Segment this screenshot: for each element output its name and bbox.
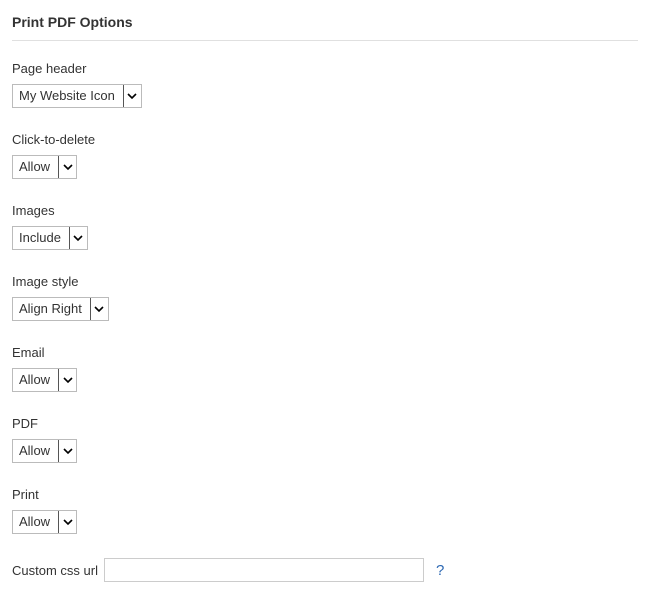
select-email-value: Allow bbox=[13, 369, 58, 391]
select-email[interactable]: Allow bbox=[12, 368, 77, 392]
field-pdf: PDF Allow bbox=[12, 416, 638, 463]
help-link[interactable]: ? bbox=[430, 562, 450, 579]
chevron-down-icon bbox=[58, 440, 76, 462]
chevron-down-icon bbox=[123, 85, 141, 107]
label-custom-css-url: Custom css url bbox=[12, 563, 98, 578]
input-custom-css-url[interactable] bbox=[104, 558, 424, 582]
field-email: Email Allow bbox=[12, 345, 638, 392]
select-pdf[interactable]: Allow bbox=[12, 439, 77, 463]
field-print: Print Allow bbox=[12, 487, 638, 534]
label-email: Email bbox=[12, 345, 638, 360]
label-image-style: Image style bbox=[12, 274, 638, 289]
label-page-header: Page header bbox=[12, 61, 638, 76]
field-custom-css-url: Custom css url ? bbox=[12, 558, 638, 582]
select-page-header[interactable]: My Website Icon bbox=[12, 84, 142, 108]
field-image-style: Image style Align Right bbox=[12, 274, 638, 321]
page-title: Print PDF Options bbox=[12, 0, 638, 41]
label-pdf: PDF bbox=[12, 416, 638, 431]
select-click-to-delete[interactable]: Allow bbox=[12, 155, 77, 179]
label-images: Images bbox=[12, 203, 638, 218]
field-click-to-delete: Click-to-delete Allow bbox=[12, 132, 638, 179]
select-print[interactable]: Allow bbox=[12, 510, 77, 534]
select-click-to-delete-value: Allow bbox=[13, 156, 58, 178]
chevron-down-icon bbox=[58, 369, 76, 391]
chevron-down-icon bbox=[69, 227, 87, 249]
select-images-value: Include bbox=[13, 227, 69, 249]
label-print: Print bbox=[12, 487, 638, 502]
chevron-down-icon bbox=[90, 298, 108, 320]
select-image-style-value: Align Right bbox=[13, 298, 90, 320]
field-images: Images Include bbox=[12, 203, 638, 250]
select-page-header-value: My Website Icon bbox=[13, 85, 123, 107]
chevron-down-icon bbox=[58, 156, 76, 178]
field-page-header: Page header My Website Icon bbox=[12, 61, 638, 108]
select-print-value: Allow bbox=[13, 511, 58, 533]
select-images[interactable]: Include bbox=[12, 226, 88, 250]
label-click-to-delete: Click-to-delete bbox=[12, 132, 638, 147]
chevron-down-icon bbox=[58, 511, 76, 533]
select-pdf-value: Allow bbox=[13, 440, 58, 462]
select-image-style[interactable]: Align Right bbox=[12, 297, 109, 321]
